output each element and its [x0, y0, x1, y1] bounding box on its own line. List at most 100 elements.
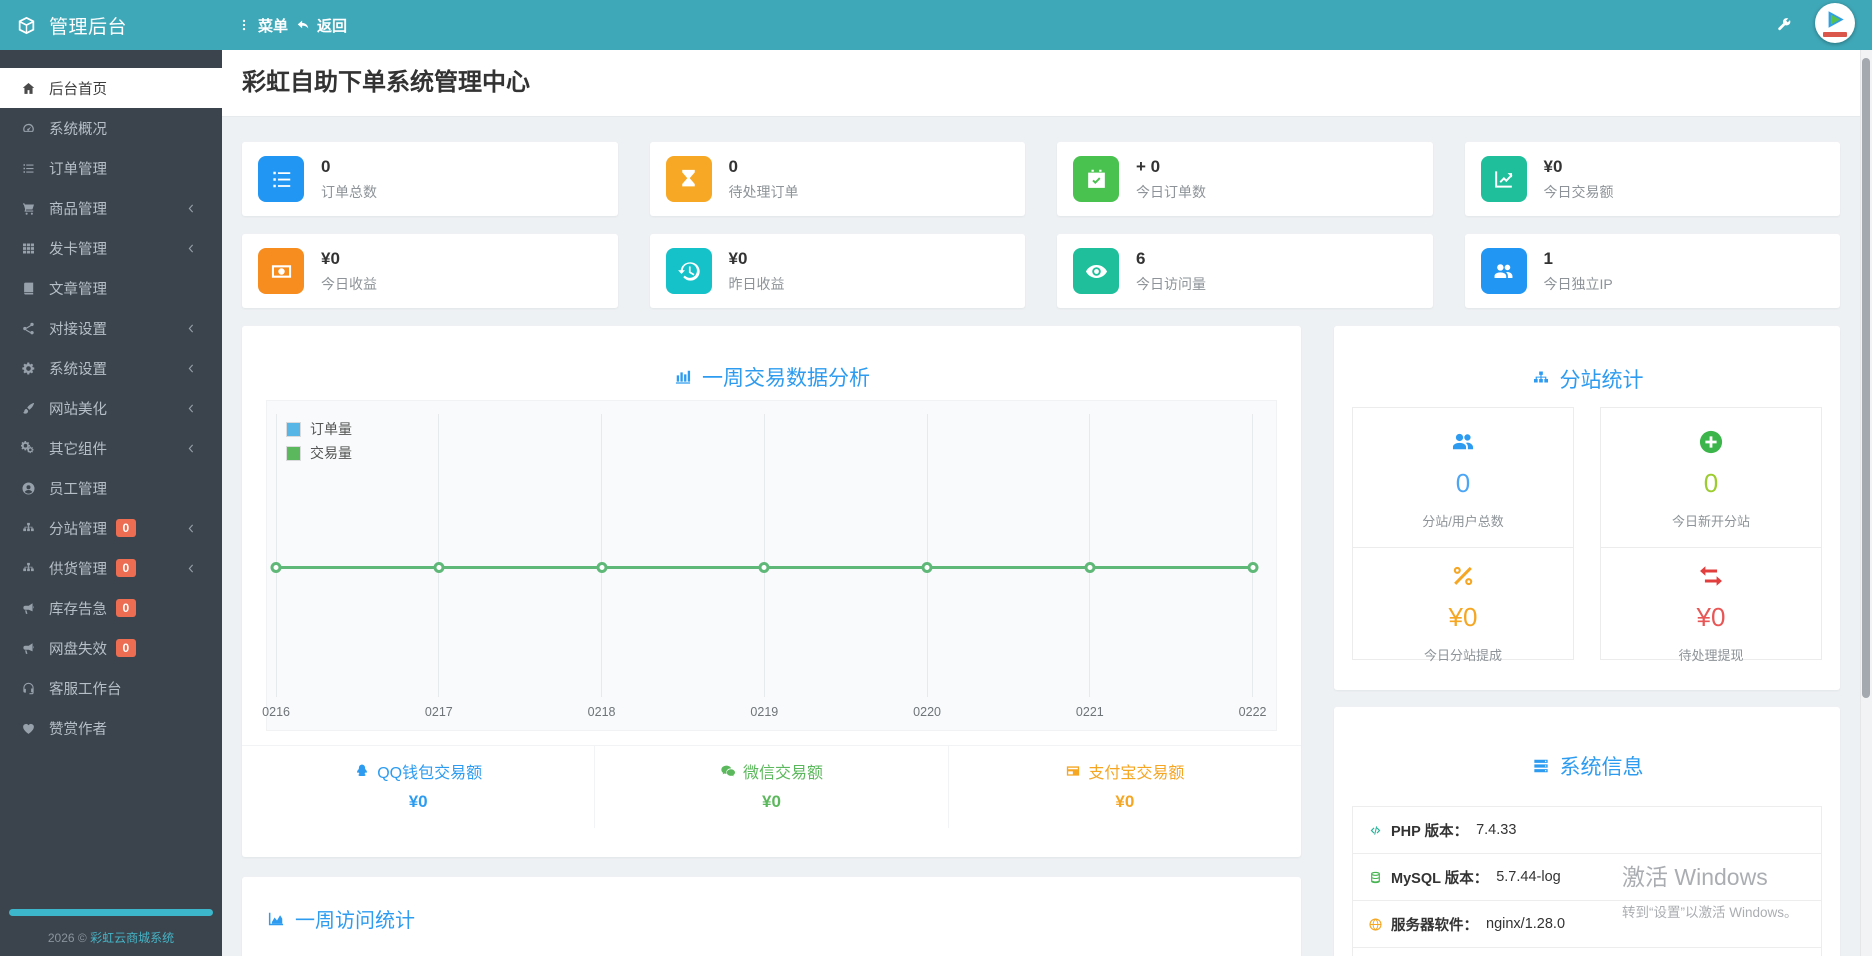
play-logo-icon [1828, 11, 1844, 28]
substation-cell: ¥0 今日分站提成 [1352, 547, 1574, 663]
top-header: 管理后台 菜单 返回 [0, 0, 1872, 50]
tools-wrench-button[interactable] [1776, 0, 1792, 50]
sidebar-item[interactable]: 供货管理 0 [0, 548, 222, 588]
x-axis-tick-label: 0218 [587, 705, 616, 719]
x-axis-tick-label: 0222 [1238, 705, 1267, 719]
chart-line-icon [1491, 167, 1516, 192]
cart-icon [19, 201, 37, 216]
favicon-caption-blur [1823, 32, 1847, 37]
sidebar-item[interactable]: 系统概况 [0, 108, 222, 148]
page-header: 彩虹自助下单系统管理中心 [222, 50, 1872, 117]
stat-label: 待处理订单 [728, 183, 799, 200]
app-brand[interactable]: 管理后台 [16, 0, 127, 50]
site-favicon[interactable] [1815, 3, 1855, 43]
system-info-label: MySQL 版本： [1391, 870, 1489, 887]
sidebar-item[interactable]: 网站美化 [0, 388, 222, 428]
list-icon [19, 161, 37, 176]
data-point-marker [596, 561, 608, 573]
bullhorn-icon [19, 641, 37, 656]
stat-value: ¥0 [728, 248, 748, 268]
data-point-marker [1247, 561, 1259, 573]
stat-card: 1 今日独立IP [1464, 234, 1840, 308]
sidebar-item[interactable]: 客服工作台 [0, 668, 222, 708]
substation-label: 今日分站提成 [1423, 648, 1502, 663]
sidebar-item[interactable]: 文章管理 [0, 268, 222, 308]
sidebar-item[interactable]: 员工管理 [0, 468, 222, 508]
sidebar-item[interactable]: 其它组件 [0, 428, 222, 468]
sidebar-item-label: 网站美化 [49, 401, 107, 418]
payment-total-item: QQ钱包交易额 ¥0 [242, 746, 594, 828]
gridline [601, 414, 603, 697]
stat-card: 6 今日访问量 [1057, 234, 1433, 308]
x-axis-tick-label: 0219 [750, 705, 779, 719]
wrench-icon [1776, 17, 1792, 33]
percent-icon [1353, 562, 1573, 594]
chevron-left-icon [181, 321, 199, 336]
chevron-left-icon [181, 561, 199, 576]
weekly-transactions-title: 一周交易数据分析 [242, 326, 1301, 392]
sidebar-item[interactable]: 赞赏作者 [0, 708, 222, 748]
legend-item[interactable]: 订单量 [286, 417, 352, 441]
sidebar-item[interactable]: 网盘失效 0 [0, 628, 222, 668]
stat-label: 今日收益 [321, 275, 377, 292]
database-icon [1368, 870, 1383, 885]
sidebar-item[interactable]: 对接设置 [0, 308, 222, 348]
stat-card-text: ¥0 昨日收益 [729, 249, 785, 294]
payment-total-value: ¥0 [408, 792, 428, 811]
gauge-icon [19, 121, 37, 136]
legend-item[interactable]: 交易量 [286, 441, 352, 465]
system-info-label: PHP 版本： [1391, 823, 1469, 840]
sidebar-item[interactable]: 系统设置 [0, 348, 222, 388]
stat-value: 0 [321, 156, 331, 176]
sidebar-item[interactable]: 后台首页 [0, 68, 222, 108]
sidebar-item[interactable]: 库存告急 0 [0, 588, 222, 628]
menu-button[interactable]: 菜单 [237, 0, 288, 50]
kebab-menu-icon [237, 18, 251, 32]
book-icon [19, 281, 37, 296]
sidebar-item-label: 赞赏作者 [49, 721, 107, 738]
substation-label: 今日新开分站 [1671, 514, 1750, 529]
th-icon [19, 241, 37, 256]
payment-total-label: QQ钱包交易额 [354, 759, 482, 783]
back-button-label: 返回 [317, 17, 348, 35]
gear-icon [19, 361, 37, 376]
chevron-left-icon [181, 241, 199, 256]
brand-link[interactable]: 彩虹云商城系统 [90, 931, 174, 945]
area-chart-icon [266, 909, 286, 929]
system-info-value: 7.4.33 [1476, 822, 1517, 838]
copyright: 2026 © 彩虹云商城系统 [0, 929, 222, 946]
data-point-marker [921, 561, 933, 573]
history-icon [676, 259, 701, 284]
substation-grid: 0 分站/用户总数 0 今日新开分站 ¥0 今日分站提成 ¥0 待处理提现 [1352, 407, 1822, 663]
sidebar-item[interactable]: 订单管理 [0, 148, 222, 188]
back-button[interactable]: 返回 [296, 0, 347, 50]
sidebar-item[interactable]: 发卡管理 [0, 228, 222, 268]
sidebar-item-label: 系统概况 [49, 121, 107, 138]
qq-icon [354, 763, 370, 779]
users-icon [1480, 248, 1527, 294]
payment-total-value: ¥0 [762, 792, 781, 811]
scrollbar-thumb[interactable] [1862, 58, 1870, 698]
stat-label: 今日交易额 [1543, 183, 1614, 200]
substation-cell: 0 今日新开分站 [1600, 407, 1822, 548]
sidebar-item[interactable]: 商品管理 [0, 188, 222, 228]
stat-card-text: + 0 今日订单数 [1136, 157, 1206, 202]
substation-value: ¥0 [1696, 602, 1726, 632]
gridline [926, 414, 928, 697]
bullhorn-icon [19, 601, 37, 616]
stat-card: ¥0 今日交易额 [1464, 142, 1840, 216]
sidebar-item-label: 客服工作台 [49, 681, 122, 698]
payment-total-item: 微信交易额 ¥0 [594, 746, 947, 828]
sidebar-item-label: 对接设置 [49, 321, 107, 338]
app-title: 管理后台 [49, 16, 128, 38]
list-ol-icon [269, 167, 294, 192]
sidebar-item[interactable]: 分站管理 0 [0, 508, 222, 548]
stat-cards-grid: 0 订单总数 0 待处理订单 + 0 今日订单数 ¥0 今日交易额 ¥0 今日收益 ¥0 昨日收益 6 今… [242, 142, 1840, 308]
system-info-row: PHP 版本： 7.4.33 [1353, 807, 1821, 854]
payment-totals-row: QQ钱包交易额 ¥0 微信交易额 ¥0 支付宝交易额 ¥0 [242, 745, 1301, 828]
payment-total-item: 支付宝交易额 ¥0 [947, 746, 1301, 828]
stat-card-text: ¥0 今日收益 [321, 249, 377, 294]
sitemap-icon [19, 521, 37, 536]
users-icon [1449, 428, 1477, 460]
chevron-left-icon [181, 361, 199, 376]
